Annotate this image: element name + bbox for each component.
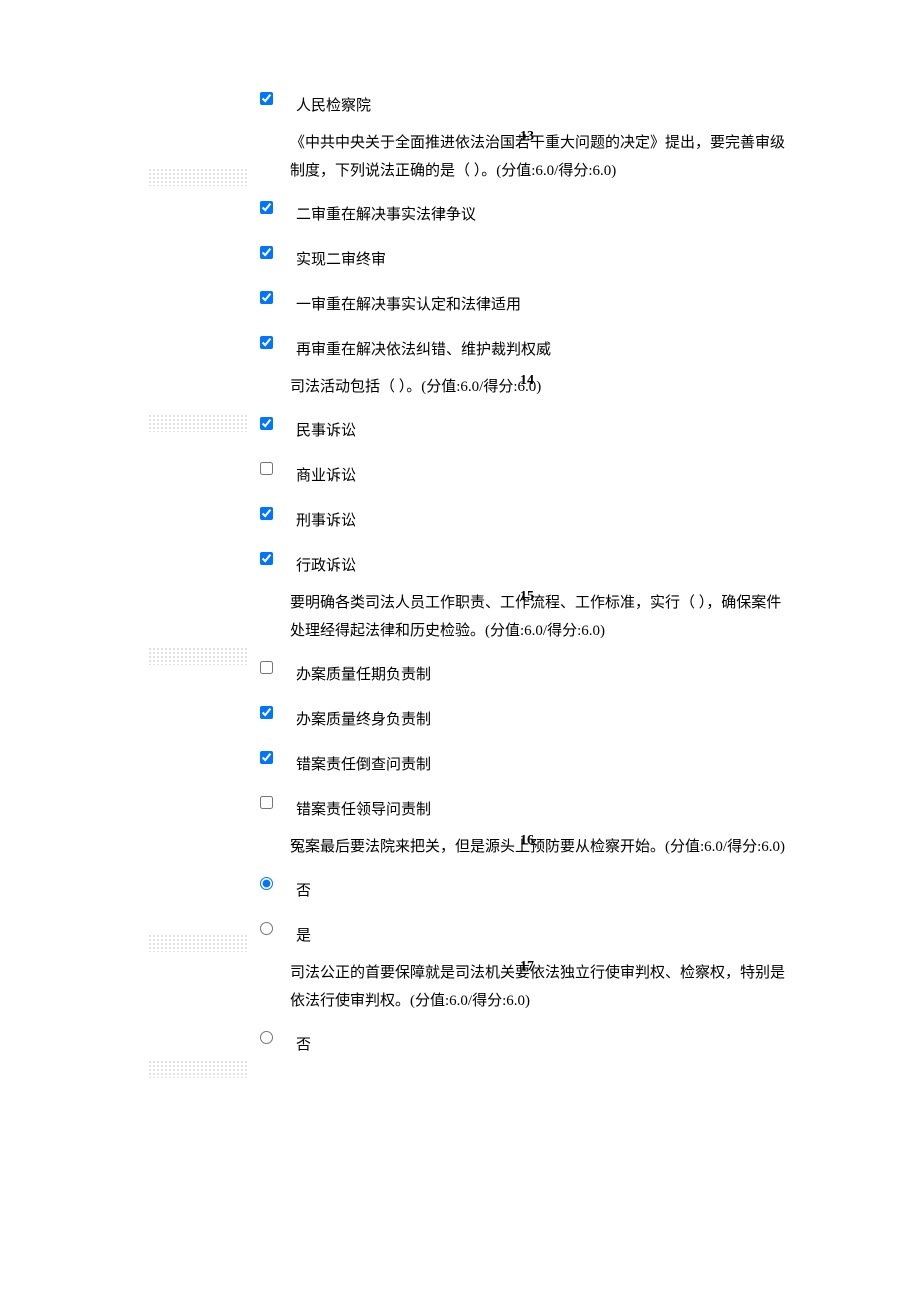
decorative-stripe <box>148 934 248 952</box>
option-row: 行政诉讼 <box>260 550 790 571</box>
question-block: 13《中共中央关于全面推进依法治国若干重大问题的决定》提出，要完善审级制度，下列… <box>260 129 790 355</box>
decorative-stripe <box>148 168 248 186</box>
option-row: 是 <box>260 920 790 941</box>
option-row: 刑事诉讼 <box>260 505 790 526</box>
checkbox-wrapper <box>260 203 284 216</box>
options-group: 否是 <box>260 875 790 941</box>
question-number: 13 <box>520 129 534 145</box>
question-block: 14司法活动包括（ ）。(分值:6.0/得分:6.0) 民事诉讼商业诉讼刑事诉讼行… <box>260 373 790 571</box>
option-label: 是 <box>296 924 311 945</box>
option-row: 再审重在解决依法纠错、维护裁判权威 <box>260 334 790 355</box>
option-row: 错案责任领导问责制 <box>260 794 790 815</box>
option-label: 错案责任倒查问责制 <box>296 753 431 774</box>
page: 人民检察院 13《中共中央关于全面推进依法治国若干重大问题的决定》提出，要完善审… <box>0 0 920 1302</box>
option-label: 错案责任领导问责制 <box>296 798 431 819</box>
checkbox-wrapper <box>260 248 284 261</box>
option-label: 刑事诉讼 <box>296 509 356 530</box>
checkbox-input[interactable] <box>260 552 273 565</box>
option-label: 实现二审终审 <box>296 248 386 269</box>
checkbox-wrapper <box>260 419 284 432</box>
checkbox-wrapper <box>260 663 284 676</box>
option-label: 否 <box>296 1033 311 1054</box>
decorative-stripe <box>148 1060 248 1078</box>
checkbox-input[interactable] <box>260 507 273 520</box>
option-label: 否 <box>296 879 311 900</box>
checkbox-wrapper <box>260 464 284 477</box>
option-label: 民事诉讼 <box>296 419 356 440</box>
options-group: 否 <box>260 1029 790 1050</box>
checkbox-input[interactable] <box>260 201 273 214</box>
checkbox-wrapper <box>260 554 284 567</box>
checkbox-input[interactable] <box>260 336 273 349</box>
checkbox-input[interactable] <box>260 291 273 304</box>
option-row: 办案质量任期负责制 <box>260 659 790 680</box>
option-label: 行政诉讼 <box>296 554 356 575</box>
decorative-stripe <box>148 647 248 665</box>
checkbox-wrapper <box>260 94 284 107</box>
option-row: 民事诉讼 <box>260 415 790 436</box>
options-group: 民事诉讼商业诉讼刑事诉讼行政诉讼 <box>260 415 790 571</box>
option-row: 办案质量终身负责制 <box>260 704 790 725</box>
option-row: 二审重在解决事实法律争议 <box>260 199 790 220</box>
question-block: 16冤案最后要法院来把关，但是源头上预防要从检察开始。(分值:6.0/得分:6.… <box>260 833 790 941</box>
question-text: 冤案最后要法院来把关，但是源头上预防要从检察开始。(分值:6.0/得分:6.0) <box>290 833 790 861</box>
radio-input[interactable] <box>260 877 273 890</box>
checkbox-wrapper <box>260 338 284 351</box>
option-label: 二审重在解决事实法律争议 <box>296 203 476 224</box>
option-label: 办案质量任期负责制 <box>296 663 431 684</box>
option-label: 再审重在解决依法纠错、维护裁判权威 <box>296 338 551 359</box>
checkbox-input[interactable] <box>260 706 273 719</box>
question-text: 司法公正的首要保障就是司法机关要依法独立行使审判权、检察权，特别是依法行使审判权… <box>290 959 790 1015</box>
radio-wrapper <box>260 879 284 892</box>
option-label: 一审重在解决事实认定和法律适用 <box>296 293 521 314</box>
question-text: 要明确各类司法人员工作职责、工作流程、工作标准，实行（ ），确保案件处理经得起法… <box>290 589 790 645</box>
checkbox-input[interactable] <box>260 751 273 764</box>
option-row: 实现二审终审 <box>260 244 790 265</box>
option-row: 商业诉讼 <box>260 460 790 481</box>
option-row: 人民检察院 <box>260 90 790 111</box>
question-number: 14 <box>520 373 534 389</box>
option-label: 商业诉讼 <box>296 464 356 485</box>
checkbox-wrapper <box>260 509 284 522</box>
option-label: 办案质量终身负责制 <box>296 708 431 729</box>
radio-wrapper <box>260 924 284 937</box>
checkbox-input[interactable] <box>260 246 273 259</box>
checkbox-wrapper <box>260 753 284 766</box>
question-block: 17司法公正的首要保障就是司法机关要依法独立行使审判权、检察权，特别是依法行使审… <box>260 959 790 1050</box>
options-group: 办案质量任期负责制办案质量终身负责制错案责任倒查问责制错案责任领导问责制 <box>260 659 790 815</box>
option-row: 错案责任倒查问责制 <box>260 749 790 770</box>
question-number: 15 <box>520 589 534 605</box>
checkbox-input[interactable] <box>260 462 273 475</box>
option-row: 一审重在解决事实认定和法律适用 <box>260 289 790 310</box>
option-row: 否 <box>260 875 790 896</box>
checkbox-input[interactable] <box>260 417 273 430</box>
radio-input[interactable] <box>260 1031 273 1044</box>
checkbox-input[interactable] <box>260 92 273 105</box>
question-number: 16 <box>520 833 534 849</box>
question-number: 17 <box>520 959 534 975</box>
question-text: 《中共中央关于全面推进依法治国若干重大问题的决定》提出，要完善审级制度，下列说法… <box>290 129 790 185</box>
checkbox-wrapper <box>260 708 284 721</box>
option-label: 人民检察院 <box>296 94 371 115</box>
checkbox-input[interactable] <box>260 796 273 809</box>
question-text: 司法活动包括（ ）。(分值:6.0/得分:6.0) <box>290 373 790 401</box>
checkbox-wrapper <box>260 293 284 306</box>
content-column: 人民检察院 13《中共中央关于全面推进依法治国若干重大问题的决定》提出，要完善审… <box>260 90 790 1050</box>
checkbox-input[interactable] <box>260 661 273 674</box>
decorative-stripe <box>148 414 248 432</box>
option-row: 否 <box>260 1029 790 1050</box>
options-group: 二审重在解决事实法律争议实现二审终审一审重在解决事实认定和法律适用再审重在解决依… <box>260 199 790 355</box>
radio-wrapper <box>260 1033 284 1046</box>
checkbox-wrapper <box>260 798 284 811</box>
radio-input[interactable] <box>260 922 273 935</box>
question-block: 15要明确各类司法人员工作职责、工作流程、工作标准，实行（ ），确保案件处理经得… <box>260 589 790 815</box>
